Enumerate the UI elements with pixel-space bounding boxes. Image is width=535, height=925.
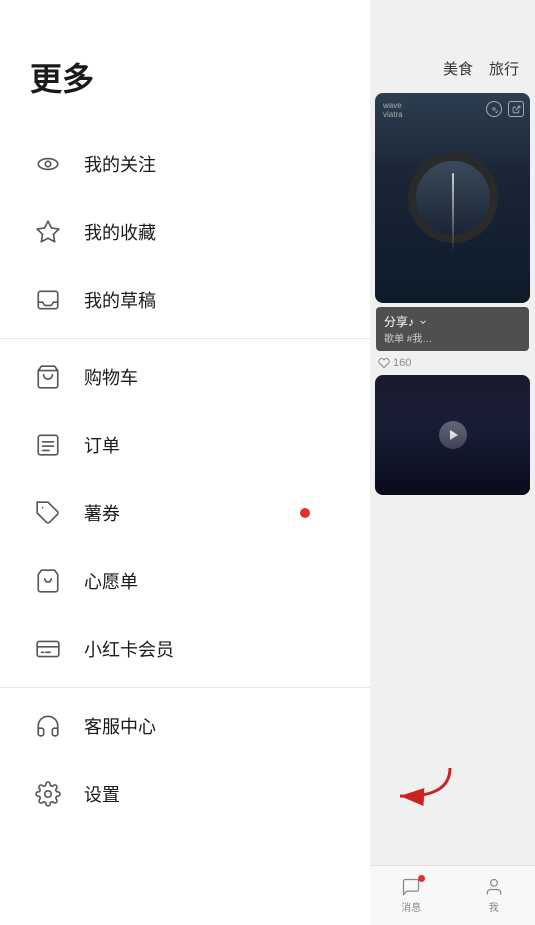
right-nav-tags: 美食 旅行 bbox=[370, 0, 535, 89]
headset-icon bbox=[30, 708, 66, 744]
inbox-icon bbox=[30, 282, 66, 318]
my-favorites-label: 我的收藏 bbox=[84, 219, 156, 245]
sidebar-item-coupons[interactable]: 薯券 bbox=[0, 479, 370, 547]
sidebar-item-membership[interactable]: 小红卡会员 bbox=[0, 615, 370, 683]
sidebar-item-my-favorites[interactable]: 我的收藏 bbox=[0, 198, 370, 266]
card-icon bbox=[30, 631, 66, 667]
sidebar-item-my-follows[interactable]: 我的关注 bbox=[0, 130, 370, 198]
membership-label: 小红卡会员 bbox=[84, 636, 174, 662]
messages-badge bbox=[418, 875, 425, 882]
bag-icon bbox=[30, 563, 66, 599]
eye-icon bbox=[30, 146, 66, 182]
nav-tag-food[interactable]: 美食 bbox=[443, 58, 473, 79]
cart-icon bbox=[30, 359, 66, 395]
menu-panel: 更多 我的关注 我的收藏 我的草稿 bbox=[0, 0, 370, 925]
coupons-badge bbox=[300, 508, 310, 518]
gear-icon bbox=[30, 776, 66, 812]
bottom-nav-messages[interactable]: 消息 bbox=[401, 877, 421, 914]
messages-label: 消息 bbox=[401, 899, 421, 914]
sidebar-item-orders[interactable]: 订单 bbox=[0, 411, 370, 479]
settings-label: 设置 bbox=[84, 781, 120, 807]
my-drafts-label: 我的草稿 bbox=[84, 287, 156, 313]
tag-icon bbox=[30, 495, 66, 531]
menu-list: 我的关注 我的收藏 我的草稿 bbox=[0, 130, 370, 828]
sidebar-item-wishlist[interactable]: 心愿单 bbox=[0, 547, 370, 615]
card1-user: wave viatra bbox=[383, 101, 403, 119]
page-title: 更多 bbox=[0, 0, 370, 130]
nav-tag-travel[interactable]: 旅行 bbox=[489, 58, 519, 79]
right-panel: 美食 旅行 wave viatra bbox=[370, 0, 535, 925]
bottom-navigation: 消息 我 bbox=[370, 865, 535, 925]
bottom-nav-profile[interactable]: 我 bbox=[484, 877, 504, 914]
app-container: 更多 我的关注 我的收藏 我的草稿 bbox=[0, 0, 535, 925]
profile-label: 我 bbox=[489, 899, 499, 914]
shopping-cart-label: 购物车 bbox=[84, 364, 138, 390]
content-card-1[interactable]: wave viatra bbox=[375, 93, 530, 303]
music-section[interactable]: 分享♪ 歌单 #我… bbox=[376, 307, 529, 351]
divider-2 bbox=[0, 687, 370, 688]
divider-1 bbox=[0, 338, 370, 339]
card1-action-icons bbox=[486, 101, 524, 117]
sidebar-item-customer-service[interactable]: 客服中心 bbox=[0, 692, 370, 760]
share-label: 分享♪ bbox=[384, 313, 414, 330]
likes-count: 160 bbox=[393, 357, 411, 369]
wishlist-label: 心愿单 bbox=[84, 568, 138, 594]
sidebar-item-shopping-cart[interactable]: 购物车 bbox=[0, 343, 370, 411]
likes-area: 160 bbox=[370, 355, 535, 371]
music-subtitle: 歌单 #我… bbox=[384, 330, 521, 345]
orders-label: 订单 bbox=[84, 432, 120, 458]
my-follows-label: 我的关注 bbox=[84, 151, 156, 177]
customer-service-label: 客服中心 bbox=[84, 713, 156, 739]
sidebar-item-my-drafts[interactable]: 我的草稿 bbox=[0, 266, 370, 334]
sidebar-item-settings[interactable]: 设置 bbox=[0, 760, 370, 828]
coupons-label: 薯券 bbox=[84, 500, 120, 526]
content-card-2[interactable] bbox=[375, 375, 530, 495]
star-icon bbox=[30, 214, 66, 250]
list-icon bbox=[30, 427, 66, 463]
